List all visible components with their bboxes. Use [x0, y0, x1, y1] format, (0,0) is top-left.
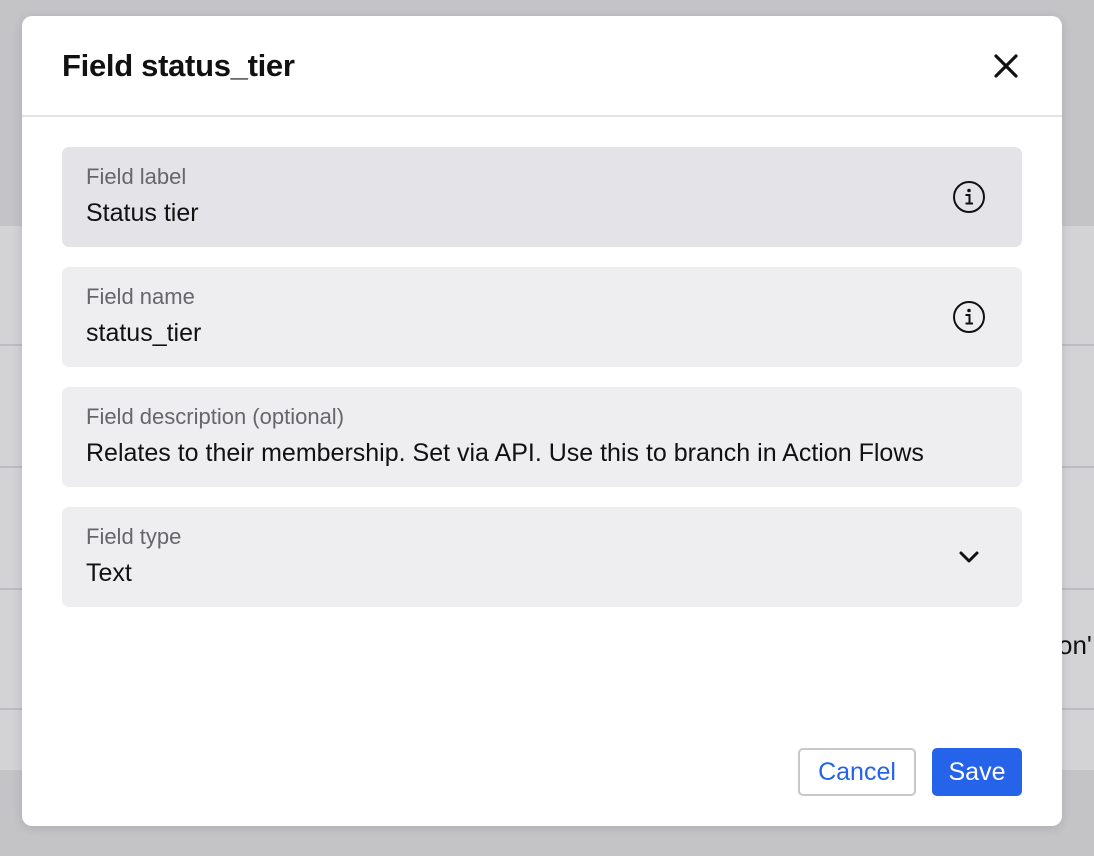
- field-name-value[interactable]: status_tier: [86, 315, 998, 351]
- field-type-select[interactable]: Field type Text: [62, 507, 1022, 607]
- modal-footer: Cancel Save: [798, 748, 1022, 796]
- cancel-button[interactable]: Cancel: [798, 748, 916, 796]
- field-name-caption: Field name: [86, 284, 195, 309]
- field-type-value[interactable]: Text: [86, 555, 998, 591]
- field-label-value[interactable]: Status tier: [86, 195, 998, 231]
- field-name-input[interactable]: Field name status_tier: [62, 267, 1022, 367]
- field-label-caption: Field label: [86, 164, 187, 189]
- background-text-snippet: on': [1058, 630, 1092, 660]
- close-button[interactable]: [986, 46, 1026, 86]
- field-type-caption: Field type: [86, 524, 182, 549]
- save-button[interactable]: Save: [932, 748, 1022, 796]
- field-description-value[interactable]: Relates to their membership. Set via API…: [86, 435, 998, 471]
- field-description-input[interactable]: Field description (optional) Relates to …: [62, 387, 1022, 487]
- close-icon: [994, 53, 1018, 78]
- field-label-input[interactable]: Field label Status tier: [62, 147, 1022, 247]
- modal-body: Field label Status tier Field name statu…: [22, 117, 1062, 607]
- info-icon[interactable]: [952, 300, 986, 334]
- modal-header: Field status_tier: [22, 16, 1062, 117]
- field-edit-modal: Field status_tier Field label Status tie…: [22, 16, 1062, 826]
- info-icon[interactable]: [952, 180, 986, 214]
- field-description-caption: Field description (optional): [86, 404, 345, 429]
- chevron-down-icon[interactable]: [952, 540, 986, 574]
- modal-title: Field status_tier: [62, 47, 295, 83]
